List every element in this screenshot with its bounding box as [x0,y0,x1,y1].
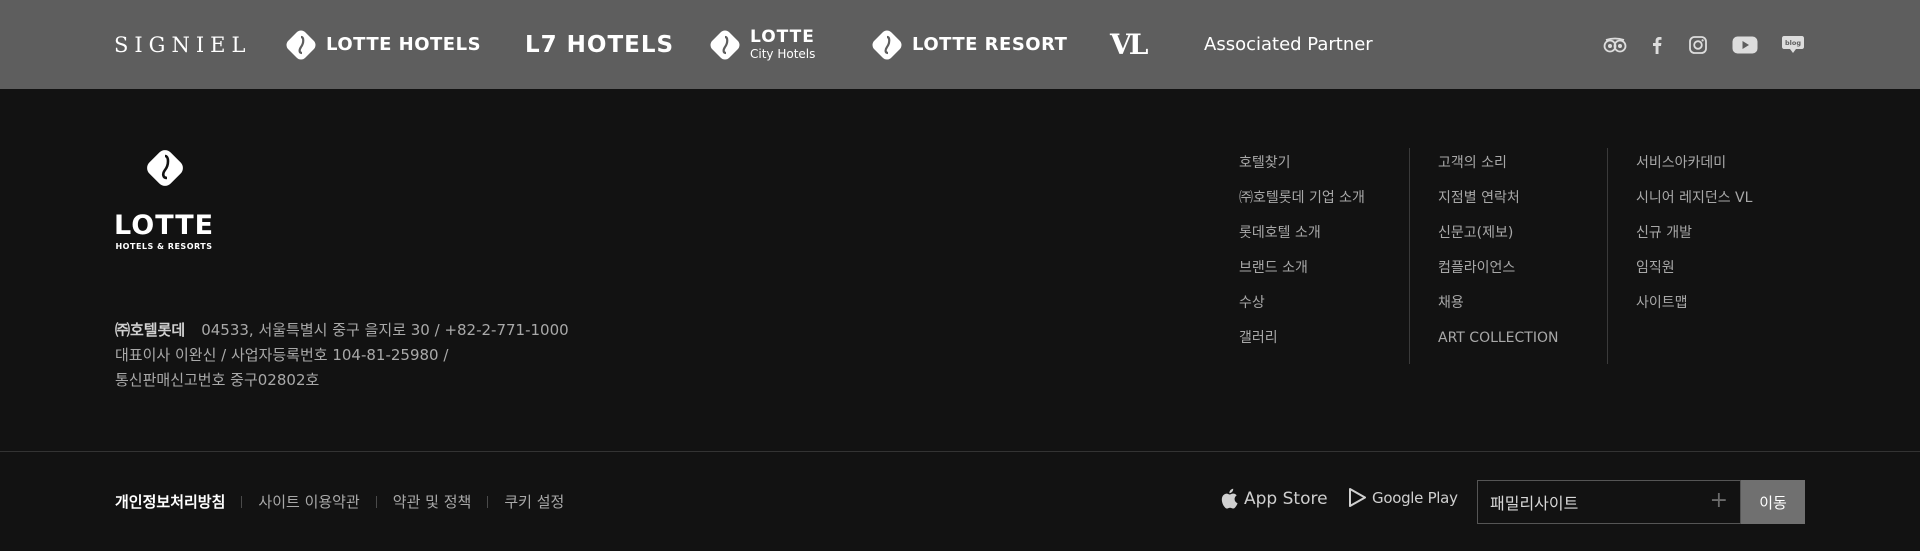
brand-signiel[interactable]: SIGNIEL [114,0,251,89]
cookie-settings-link[interactable]: 쿠키 설정 [504,491,564,512]
footer-link[interactable]: 브랜드 소개 [1239,251,1365,286]
footer-link[interactable]: 갤러리 [1239,321,1365,356]
lotte-mark-icon [286,30,316,59]
company-name: ㈜호텔롯데 [115,321,186,339]
brand-lotte-resort-label: LOTTE RESORT [912,34,1068,55]
company-address: 04533, 서울특별시 중구 을지로 30 / +82-2-771-1000 [201,321,569,339]
apple-icon [1221,488,1238,509]
footer-link[interactable]: 신규 개발 [1636,216,1752,251]
brand-vl[interactable]: VL [1110,0,1148,89]
footer-divider [0,451,1920,452]
brand-city-wordmark: LOTTE City Hotels [750,27,816,61]
google-play-icon [1349,488,1366,507]
google-play-link[interactable]: Google Play [1349,488,1458,507]
company-telecom: 통신판매신고번호 중구02802호 [115,371,320,389]
tripadvisor-icon[interactable] [1601,34,1629,56]
privacy-policy-link[interactable]: 개인정보처리방침 [115,491,225,512]
footer-link[interactable]: 채용 [1438,286,1558,321]
footer-link[interactable]: 지점별 연락처 [1438,181,1558,216]
brand-city-top: LOTTE [750,27,815,47]
plus-icon: + [1709,488,1728,513]
family-site-select[interactable]: 패밀리사이트 + [1477,480,1741,524]
separator [241,495,243,508]
brand-lotte-resort[interactable]: LOTTE RESORT [870,0,1067,89]
terms-policies-link[interactable]: 약관 및 정책 [393,491,472,512]
footer-logo-title: LOTTE [114,210,215,241]
footer-links-col1: 호텔찾기 ㈜호텔롯데 기업 소개 롯데호텔 소개 브랜드 소개 수상 갤러리 [1239,146,1365,356]
footer-logo-subtitle: HOTELS & RESORTS [115,242,213,251]
brand-city-bottom: City Hotels [750,47,816,61]
footer-link[interactable]: 사이트맵 [1636,286,1752,321]
footer-links-col3: 서비스아카데미 시니어 레지던스 VL 신규 개발 임직원 사이트맵 [1636,146,1752,321]
family-site-label: 패밀리사이트 [1490,494,1579,513]
facebook-icon[interactable] [1643,34,1671,56]
company-ceo: 대표이사 이완신 / 사업자등록번호 104-81-25980 / [115,346,449,364]
google-play-label: Google Play [1372,488,1458,507]
footer-logo[interactable]: LOTTE HOTELS & RESORTS [114,148,214,251]
footer-link[interactable]: 롯데호텔 소개 [1239,216,1365,251]
blog-icon[interactable]: blog [1779,34,1807,56]
instagram-icon[interactable] [1684,34,1712,56]
lotte-mark-icon [147,150,183,186]
company-address-row: ㈜호텔롯데 04533, 서울특별시 중구 을지로 30 / +82-2-771-… [115,318,569,343]
footer-link[interactable]: 호텔찾기 [1239,146,1365,181]
family-site-go-button[interactable]: 이동 [1741,480,1805,524]
footer-link[interactable]: 임직원 [1636,251,1752,286]
footer-link[interactable]: 수상 [1239,286,1365,321]
brand-lotte-hotels-label: LOTTE HOTELS [326,34,482,55]
column-divider [1607,148,1608,364]
lotte-mark-icon [710,30,740,59]
footer-link[interactable]: 신문고(제보) [1438,216,1558,251]
footer-link[interactable]: 고객의 소리 [1438,146,1558,181]
footer-link[interactable]: 서비스아카데미 [1636,146,1752,181]
brand-lotte-city-hotels[interactable]: LOTTE City Hotels [708,0,815,89]
brand-lotte-hotels[interactable]: LOTTE HOTELS [284,0,481,89]
app-store-link[interactable]: App Store [1220,488,1328,509]
blog-icon-label: blog [1785,39,1801,47]
policy-links: 개인정보처리방침 사이트 이용약관 약관 및 정책 쿠키 설정 [115,491,564,512]
footer-link[interactable]: ㈜호텔롯데 기업 소개 [1239,181,1365,216]
brand-associated-partner[interactable]: Associated Partner [1204,0,1373,89]
youtube-icon[interactable] [1731,34,1759,56]
brand-bar: SIGNIEL LOTTE HOTELS L7 HOTELS LOTTE Cit… [0,0,1920,89]
footer-links-col2: 고객의 소리 지점별 연락처 신문고(제보) 컴플라이언스 채용 ART COL… [1438,146,1558,356]
footer-link[interactable]: 컴플라이언스 [1438,251,1558,286]
app-store-label: App Store [1244,488,1328,509]
site-terms-link[interactable]: 사이트 이용약관 [258,491,359,512]
separator [487,495,489,508]
lotte-mark-icon [872,30,902,59]
separator [375,495,377,508]
footer-link[interactable]: ART COLLECTION [1438,321,1558,356]
footer-link[interactable]: 시니어 레지던스 VL [1636,181,1752,216]
column-divider [1409,148,1410,364]
company-info: ㈜호텔롯데 04533, 서울특별시 중구 을지로 30 / +82-2-771-… [115,318,569,393]
brand-l7-hotels[interactable]: L7 HOTELS [525,0,674,89]
